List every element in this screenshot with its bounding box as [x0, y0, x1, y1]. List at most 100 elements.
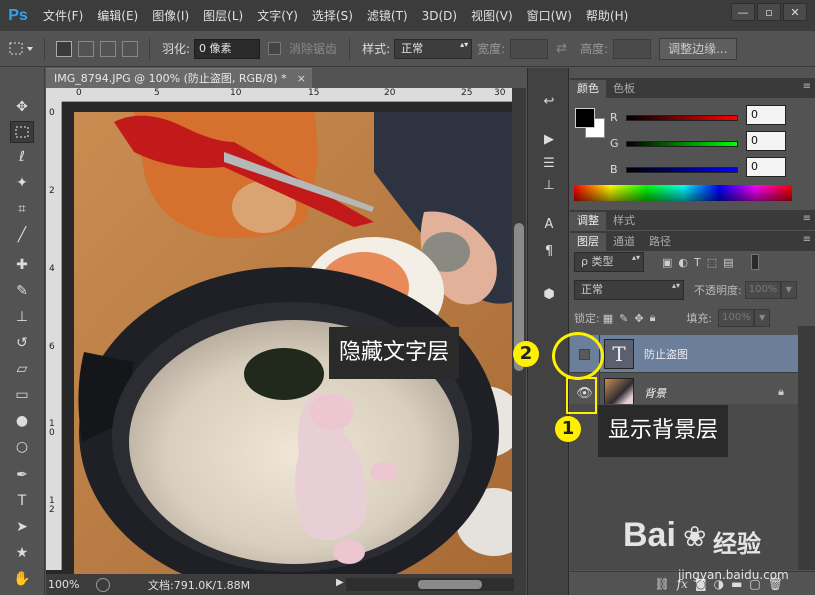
menu-filter[interactable]: 滤镜(T) — [360, 7, 415, 24]
menu-layer[interactable]: 图层(L) — [196, 7, 250, 24]
3d-panel-icon[interactable]: ⬢ — [537, 283, 561, 305]
swap-icon[interactable]: ⇄ — [556, 41, 567, 56]
add-selection-icon[interactable] — [78, 40, 94, 57]
hand-tool-icon[interactable]: ✋ — [10, 568, 34, 590]
marquee-tool-icon[interactable] — [10, 121, 34, 143]
eraser-tool-icon[interactable]: ▱ — [10, 358, 34, 380]
history-panel-icon[interactable]: ↩ — [537, 90, 561, 112]
minimize-button[interactable]: — — [731, 3, 755, 21]
separator — [349, 37, 351, 60]
ruler-origin[interactable] — [46, 88, 62, 102]
tool-preset-picker[interactable] — [6, 41, 36, 57]
menu-image[interactable]: 图像(I) — [145, 7, 196, 24]
stamp-tool-icon[interactable]: ⊥ — [10, 306, 34, 328]
chevron-down-icon[interactable]: ▼ — [780, 281, 797, 299]
vertical-scrollbar[interactable] — [512, 88, 526, 574]
foreground-color-swatch[interactable] — [575, 108, 595, 128]
status-menu-arrow-icon[interactable]: ▶ — [336, 577, 344, 588]
character-panel-icon[interactable]: A — [537, 213, 561, 235]
status-info-icon[interactable] — [96, 577, 110, 592]
shape-tool-icon[interactable]: ★ — [10, 542, 34, 564]
new-selection-icon[interactable] — [56, 40, 72, 57]
pen-tool-icon[interactable]: ✒ — [10, 464, 34, 486]
lock-paint-icon[interactable]: ✎ — [619, 312, 628, 325]
filter-pixel-icon[interactable]: ▣ — [662, 256, 672, 269]
red-slider[interactable] — [626, 114, 738, 121]
width-input[interactable] — [510, 38, 549, 59]
height-input[interactable] — [613, 38, 652, 59]
layer-filter-select[interactable]: ρ 类型 — [574, 252, 644, 272]
healing-brush-icon[interactable]: ✚ — [10, 254, 34, 276]
tab-swatches[interactable]: 色板 — [606, 80, 642, 98]
close-document-icon[interactable]: × — [297, 69, 306, 88]
restore-button[interactable]: ▫ — [757, 3, 781, 21]
red-value-input[interactable]: 0 — [746, 105, 786, 125]
blue-slider[interactable] — [626, 166, 738, 173]
intersect-selection-icon[interactable] — [122, 40, 138, 57]
green-value-input[interactable]: 0 — [746, 131, 786, 151]
filter-adjust-icon[interactable]: ◐ — [678, 256, 688, 269]
tab-color[interactable]: 颜色 — [570, 80, 606, 98]
fill-input[interactable]: 100% — [718, 309, 755, 327]
horizontal-ruler[interactable]: 0 5 10 15 20 25 30 — [62, 88, 512, 102]
tab-styles[interactable]: 样式 — [606, 212, 642, 230]
lasso-tool-icon[interactable]: ℓ — [10, 146, 34, 168]
filter-toggle[interactable] — [750, 254, 759, 270]
lock-all-icon[interactable]: 🔒︎ — [650, 311, 656, 325]
highlight-ring — [552, 332, 604, 380]
document-tab[interactable]: IMG_8794.JPG @ 100% (防止盗图, RGB/8) * × — [46, 68, 312, 88]
panel-menu-icon[interactable]: ≡ — [803, 81, 811, 92]
vertical-ruler[interactable]: 0 2 4 6 1 0 1 2 — [46, 102, 62, 570]
antialias-checkbox[interactable] — [268, 42, 282, 55]
filter-shape-icon[interactable]: ⬚ — [707, 256, 717, 269]
blue-value-input[interactable]: 0 — [746, 157, 786, 177]
history-brush-icon[interactable]: ↺ — [10, 332, 34, 354]
opacity-input[interactable]: 100% — [744, 281, 781, 299]
layer-row-text[interactable]: T 防止盗图 — [570, 335, 798, 373]
menu-select[interactable]: 选择(S) — [305, 7, 360, 24]
magic-wand-icon[interactable]: ✦ — [10, 172, 34, 194]
menu-3d[interactable]: 3D(D) — [415, 9, 464, 23]
properties-panel-icon[interactable]: ☰ — [537, 152, 561, 174]
panel-menu-icon[interactable]: ≡ — [803, 234, 811, 245]
move-tool-icon[interactable]: ✥ — [10, 96, 34, 118]
close-button[interactable]: ✕ — [783, 3, 807, 21]
type-tool-icon[interactable]: T — [10, 490, 34, 512]
lock-transparency-icon[interactable]: ▦ — [603, 312, 613, 325]
refine-edge-button[interactable]: 调整边缘... — [659, 37, 737, 60]
blend-mode-select[interactable]: 正常 — [574, 280, 684, 300]
menu-file[interactable]: 文件(F) — [36, 7, 90, 24]
scrollbar-thumb[interactable] — [418, 580, 482, 589]
blur-tool-icon[interactable]: ● — [10, 410, 34, 432]
paragraph-panel-icon[interactable]: ¶ — [537, 240, 561, 262]
horizontal-scrollbar[interactable] — [346, 578, 514, 591]
menu-edit[interactable]: 编辑(E) — [90, 7, 145, 24]
crop-tool-icon[interactable]: ⌗ — [10, 198, 34, 220]
filter-type-icon[interactable]: T — [694, 256, 701, 269]
filter-smart-icon[interactable]: ▤ — [723, 256, 733, 269]
tab-layers[interactable]: 图层 — [570, 233, 606, 251]
green-slider[interactable] — [626, 140, 738, 147]
eyedropper-icon[interactable]: ╱ — [10, 224, 34, 246]
actions-panel-icon[interactable]: ▶ — [537, 128, 561, 150]
dodge-tool-icon[interactable]: ○ — [10, 436, 34, 458]
gradient-tool-icon[interactable]: ▭ — [10, 384, 34, 406]
tab-adjustments[interactable]: 调整 — [570, 212, 606, 230]
feather-input[interactable]: 0 像素 — [194, 38, 261, 59]
lock-position-icon[interactable]: ✥ — [634, 312, 643, 325]
zoom-level[interactable]: 100% — [48, 578, 88, 591]
clone-source-icon[interactable]: ⊥ — [537, 174, 561, 196]
tab-paths[interactable]: 路径 — [642, 233, 678, 251]
brush-tool-icon[interactable]: ✎ — [10, 280, 34, 302]
chevron-down-icon[interactable]: ▼ — [754, 309, 771, 327]
style-select[interactable]: 正常 — [394, 38, 473, 59]
path-select-icon[interactable]: ➤ — [10, 516, 34, 538]
menu-window[interactable]: 窗口(W) — [520, 7, 579, 24]
menu-view[interactable]: 视图(V) — [464, 7, 520, 24]
tab-channels[interactable]: 通道 — [606, 233, 642, 251]
subtract-selection-icon[interactable] — [100, 40, 116, 57]
menu-type[interactable]: 文字(Y) — [250, 7, 305, 24]
panel-menu-icon[interactable]: ≡ — [803, 213, 811, 224]
color-spectrum-bar[interactable] — [574, 185, 792, 201]
menu-help[interactable]: 帮助(H) — [579, 7, 635, 24]
